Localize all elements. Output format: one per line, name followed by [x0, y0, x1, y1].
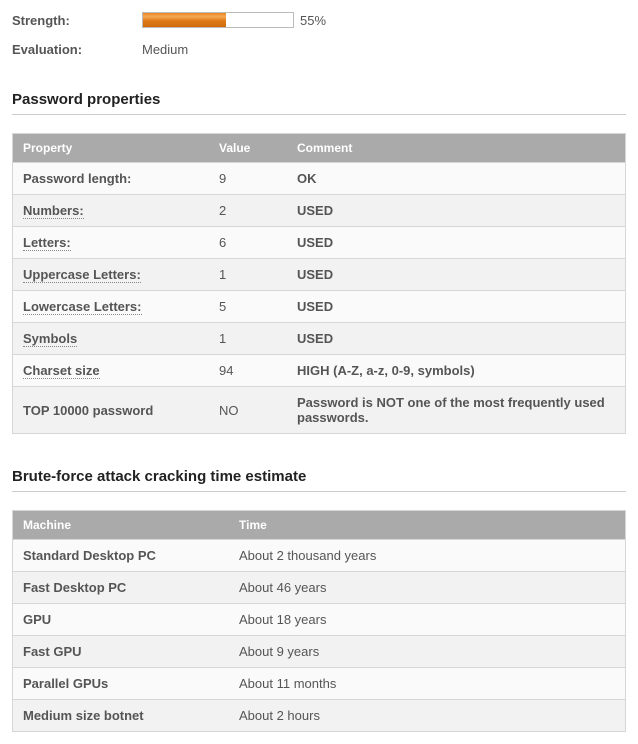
table-row: Medium size botnetAbout 2 hours	[13, 700, 626, 732]
machine-name: Fast GPU	[13, 636, 230, 668]
table-row: Uppercase Letters: 1USED	[13, 259, 626, 291]
property-comment: USED	[287, 291, 626, 323]
property-comment: USED	[287, 227, 626, 259]
property-comment: USED	[287, 323, 626, 355]
crack-time: About 11 months	[229, 668, 626, 700]
table-row: Standard Desktop PCAbout 2 thousand year…	[13, 540, 626, 572]
property-comment: USED	[287, 259, 626, 291]
evaluation-row: Evaluation: Medium	[12, 42, 626, 57]
crack-header-row: Machine Time	[13, 511, 626, 540]
header-machine: Machine	[13, 511, 230, 540]
strength-percent: 55%	[300, 13, 326, 28]
property-comment: Password is NOT one of the most frequent…	[287, 387, 626, 434]
property-name: TOP 10000 password	[23, 403, 153, 418]
property-name[interactable]: Letters:	[23, 235, 71, 251]
header-time: Time	[229, 511, 626, 540]
property-name-cell: Password length:	[13, 163, 210, 195]
property-name-cell: Uppercase Letters:	[13, 259, 210, 291]
crack-table: Machine Time Standard Desktop PCAbout 2 …	[12, 510, 626, 732]
table-row: Charset size 94HIGH (A-Z, a-z, 0-9, symbo…	[13, 355, 626, 387]
table-row: TOP 10000 password NOPassword is NOT one …	[13, 387, 626, 434]
property-name[interactable]: Uppercase Letters:	[23, 267, 141, 283]
property-comment: HIGH (A-Z, a-z, 0-9, symbols)	[287, 355, 626, 387]
table-row: Symbols 1USED	[13, 323, 626, 355]
crack-time: About 2 thousand years	[229, 540, 626, 572]
property-comment: USED	[287, 195, 626, 227]
properties-table: Property Value Comment Password length: 9…	[12, 133, 626, 434]
strength-progress-fill	[143, 13, 226, 27]
property-name: Password length:	[23, 171, 131, 186]
table-row: Numbers: 2USED	[13, 195, 626, 227]
crack-time: About 46 years	[229, 572, 626, 604]
strength-progress-bar	[142, 12, 294, 28]
property-name[interactable]: Numbers:	[23, 203, 84, 219]
property-value: 9	[209, 163, 287, 195]
crack-time: About 9 years	[229, 636, 626, 668]
table-row: Fast GPUAbout 9 years	[13, 636, 626, 668]
property-name-cell: Lowercase Letters:	[13, 291, 210, 323]
property-name[interactable]: Symbols	[23, 331, 77, 347]
strength-progress-wrap: 55%	[142, 12, 326, 28]
property-value: 5	[209, 291, 287, 323]
header-value: Value	[209, 134, 287, 163]
table-row: Fast Desktop PCAbout 46 years	[13, 572, 626, 604]
header-comment: Comment	[287, 134, 626, 163]
property-name[interactable]: Lowercase Letters:	[23, 299, 142, 315]
table-row: Lowercase Letters: 5USED	[13, 291, 626, 323]
crack-title: Brute-force attack cracking time estimat…	[12, 468, 626, 485]
properties-title: Password properties	[12, 91, 626, 108]
header-property: Property	[13, 134, 210, 163]
machine-name: GPU	[13, 604, 230, 636]
property-value: 2	[209, 195, 287, 227]
divider	[12, 491, 626, 492]
strength-label: Strength:	[12, 13, 142, 28]
property-value: 1	[209, 259, 287, 291]
table-row: Letters: 6USED	[13, 227, 626, 259]
property-value: 6	[209, 227, 287, 259]
property-value: 1	[209, 323, 287, 355]
divider	[12, 114, 626, 115]
property-comment: OK	[287, 163, 626, 195]
table-row: Password length: 9OK	[13, 163, 626, 195]
crack-time: About 2 hours	[229, 700, 626, 732]
machine-name: Medium size botnet	[13, 700, 230, 732]
property-name-cell: Charset size	[13, 355, 210, 387]
machine-name: Standard Desktop PC	[13, 540, 230, 572]
property-name-cell: Symbols	[13, 323, 210, 355]
property-value: NO	[209, 387, 287, 434]
property-name-cell: TOP 10000 password	[13, 387, 210, 434]
strength-row: Strength: 55%	[12, 12, 626, 28]
properties-header-row: Property Value Comment	[13, 134, 626, 163]
machine-name: Parallel GPUs	[13, 668, 230, 700]
evaluation-label: Evaluation:	[12, 42, 142, 57]
property-name-cell: Letters:	[13, 227, 210, 259]
machine-name: Fast Desktop PC	[13, 572, 230, 604]
property-name-cell: Numbers:	[13, 195, 210, 227]
crack-time: About 18 years	[229, 604, 626, 636]
property-name[interactable]: Charset size	[23, 363, 100, 379]
table-row: Parallel GPUsAbout 11 months	[13, 668, 626, 700]
evaluation-value: Medium	[142, 42, 188, 57]
property-value: 94	[209, 355, 287, 387]
table-row: GPUAbout 18 years	[13, 604, 626, 636]
